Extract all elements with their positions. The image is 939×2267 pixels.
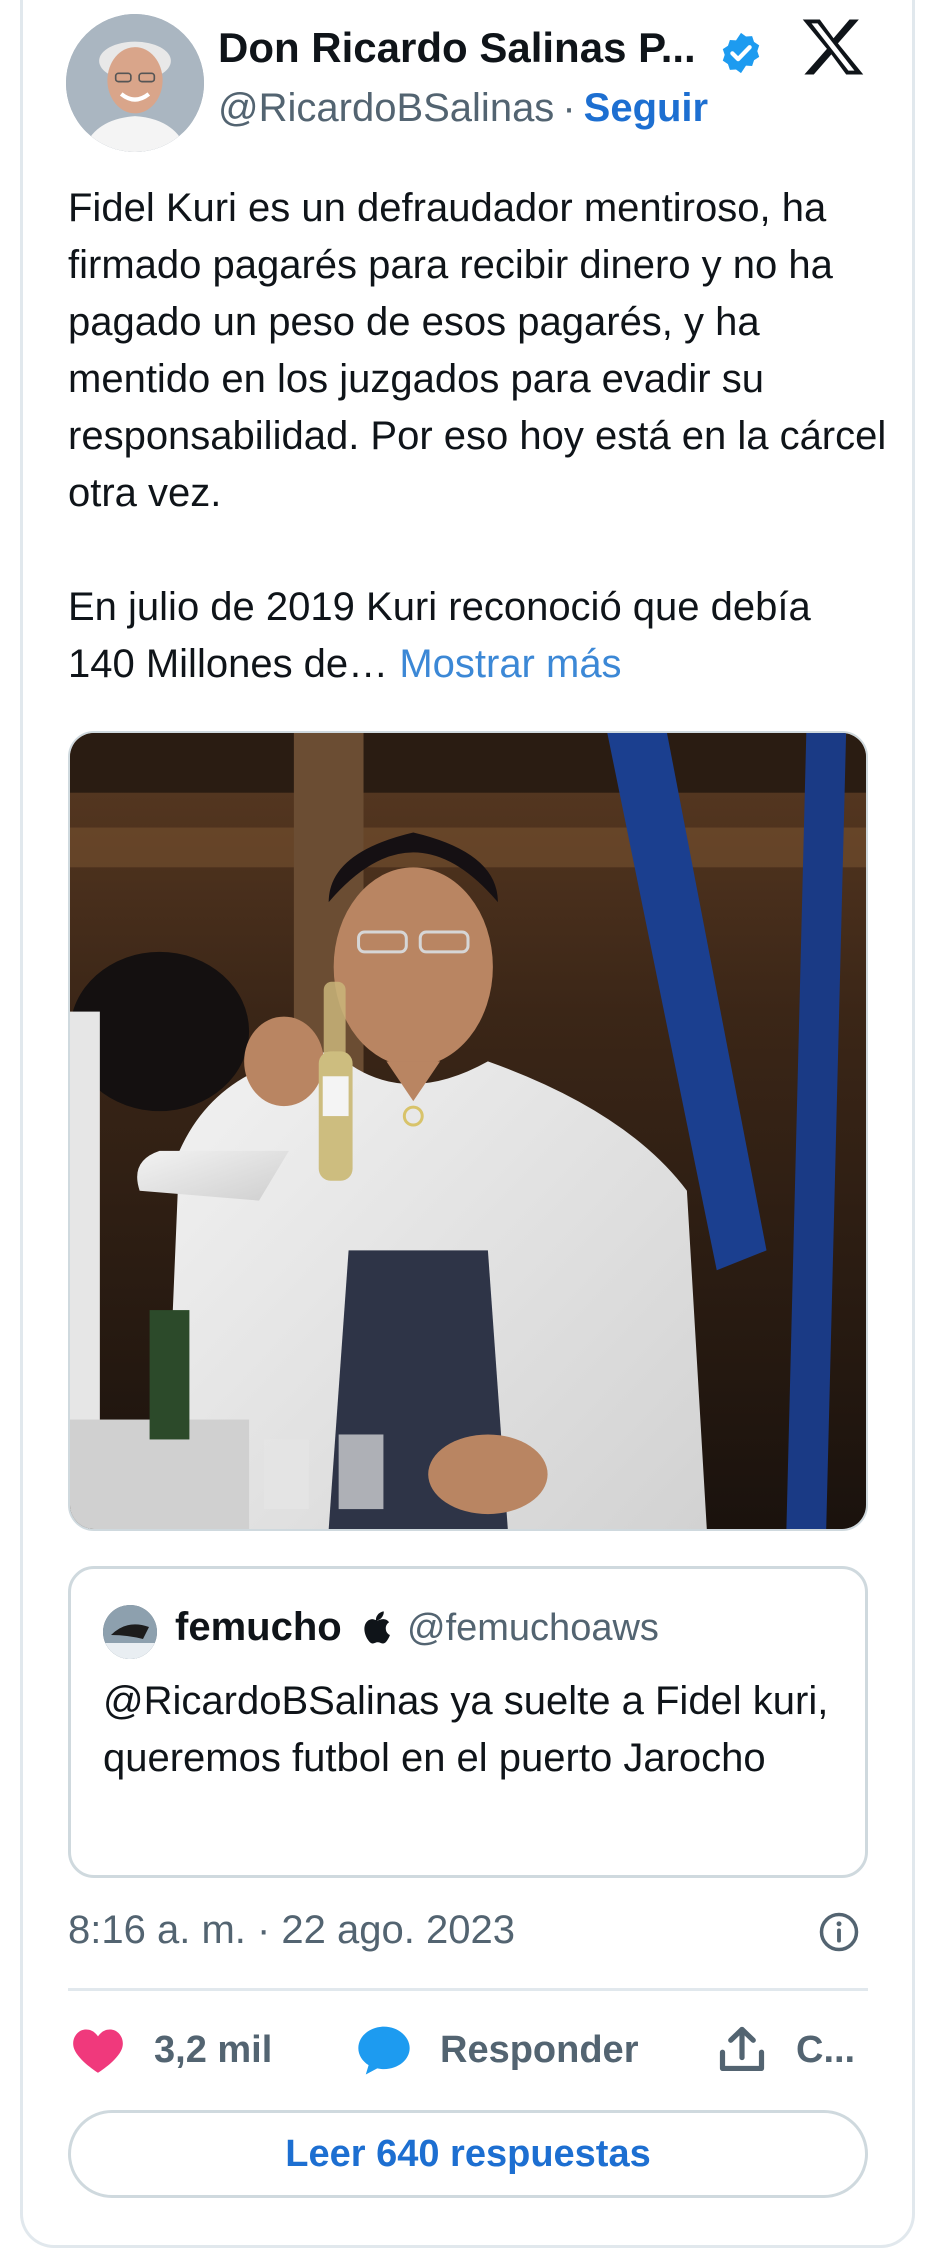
author-handle[interactable]: @RicardoBSalinas bbox=[218, 86, 554, 130]
follow-button[interactable]: Seguir bbox=[584, 86, 708, 130]
quoted-avatar bbox=[103, 1605, 157, 1659]
tweet-photo-image bbox=[70, 733, 866, 1529]
author-avatar-image bbox=[66, 14, 204, 152]
quoted-tweet[interactable]: femucho @femuchoaws @RicardoBSalinas ya … bbox=[68, 1566, 868, 1878]
show-more-link[interactable]: Mostrar más bbox=[399, 642, 621, 686]
quoted-author-handle: @femuchoaws bbox=[407, 1607, 659, 1649]
share-button[interactable]: C... bbox=[716, 2020, 855, 2080]
speech-bubble-icon bbox=[358, 2026, 410, 2075]
share-icon bbox=[719, 2026, 765, 2072]
reply-label: Responder bbox=[440, 2028, 639, 2071]
author-display-name[interactable]: Don Ricardo Salinas P... bbox=[218, 24, 696, 72]
share-label: C... bbox=[796, 2028, 856, 2071]
like-button[interactable]: 3,2 mil bbox=[70, 2020, 272, 2080]
heart-icon bbox=[73, 2029, 123, 2073]
tweet-text-paragraph-1: Fidel Kuri es un defraudador mentiroso, … bbox=[68, 186, 887, 515]
author-avatar[interactable] bbox=[66, 14, 204, 152]
handle-separator: · bbox=[562, 86, 576, 130]
quoted-author-name: femucho bbox=[175, 1605, 342, 1649]
x-logo-icon[interactable] bbox=[800, 16, 866, 78]
quoted-avatar-image bbox=[103, 1605, 157, 1659]
info-icon[interactable] bbox=[818, 1911, 860, 1953]
like-count: 3,2 mil bbox=[154, 2028, 273, 2071]
author-handle-row: @RicardoBSalinas · Seguir bbox=[218, 86, 708, 131]
tweet-photo[interactable] bbox=[68, 731, 868, 1531]
tweet-text: Fidel Kuri es un defraudador mentiroso, … bbox=[68, 180, 888, 693]
divider bbox=[68, 1988, 868, 1991]
tweet-timestamp[interactable]: 8:16 a. m. · 22 ago. 2023 bbox=[68, 1908, 515, 1953]
verified-badge-icon bbox=[722, 32, 760, 74]
quoted-text: @RicardoBSalinas ya suelte a Fidel kuri,… bbox=[103, 1679, 829, 1780]
reply-button[interactable]: Responder bbox=[356, 2020, 638, 2080]
apple-icon bbox=[364, 1611, 390, 1644]
read-replies-button[interactable]: Leer 640 respuestas bbox=[68, 2110, 868, 2198]
